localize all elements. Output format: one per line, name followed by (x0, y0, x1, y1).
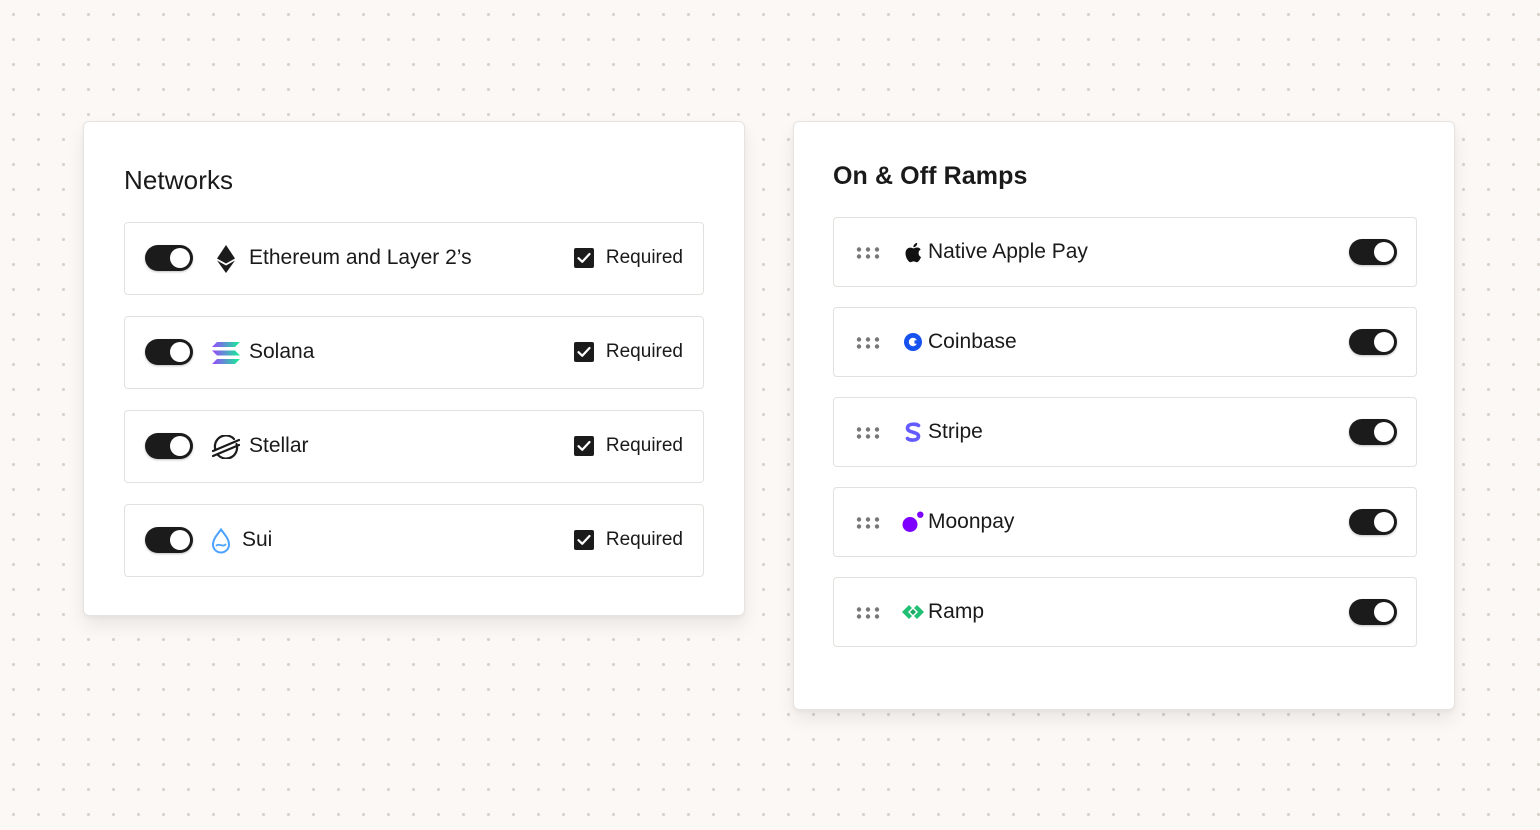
sui-icon (209, 527, 233, 555)
required-label: Required (605, 435, 683, 456)
drag-handle-icon[interactable] (856, 246, 880, 259)
network-row-solana: Solana Required (124, 316, 704, 389)
network-label: Stellar (249, 434, 309, 457)
ramp-label: Moonpay (928, 510, 1015, 533)
ramp-row-apple-pay[interactable]: Native Apple Pay (833, 217, 1417, 287)
coinbase-icon (902, 331, 924, 353)
moonpay-toggle[interactable] (1349, 509, 1397, 535)
sui-toggle[interactable] (145, 527, 193, 553)
stripe-icon (902, 421, 924, 443)
network-row-stellar: Stellar Required (124, 410, 704, 483)
networks-card: Networks Ethereum and Layer 2’s Required (83, 121, 745, 616)
ramp-label: Ramp (928, 600, 985, 623)
drag-handle-icon[interactable] (856, 426, 880, 439)
ramp-label: Coinbase (928, 330, 1017, 353)
ramps-title: On & Off Ramps (833, 162, 1028, 190)
apple-pay-toggle[interactable] (1349, 239, 1397, 265)
ramp-icon (902, 601, 924, 623)
drag-handle-icon[interactable] (856, 516, 880, 529)
ramp-row-coinbase[interactable]: Coinbase (833, 307, 1417, 377)
drag-handle-icon[interactable] (856, 606, 880, 619)
required-label: Required (605, 341, 683, 362)
ramp-label: Stripe (928, 420, 983, 443)
stellar-icon (211, 433, 241, 461)
network-row-ethereum: Ethereum and Layer 2’s Required (124, 222, 704, 295)
network-label: Solana (249, 340, 315, 363)
ramp-row-ramp[interactable]: Ramp (833, 577, 1417, 647)
ethereum-icon (211, 245, 241, 273)
solana-icon (211, 339, 241, 367)
stripe-toggle[interactable] (1349, 419, 1397, 445)
required-checkbox[interactable]: Required (573, 529, 683, 551)
checkbox-checked-icon (573, 342, 594, 362)
checkbox-checked-icon (573, 436, 594, 456)
ramps-card: On & Off Ramps Native Apple Pay Coinbase (793, 121, 1455, 710)
network-label: Ethereum and Layer 2’s (249, 246, 472, 269)
moonpay-icon (902, 511, 924, 533)
stellar-toggle[interactable] (145, 433, 193, 459)
required-checkbox[interactable]: Required (573, 341, 683, 363)
ramp-label: Native Apple Pay (928, 240, 1088, 263)
ramp-toggle[interactable] (1349, 599, 1397, 625)
network-row-sui: Sui Required (124, 504, 704, 577)
required-label: Required (605, 529, 683, 550)
apple-icon (902, 241, 924, 263)
checkbox-checked-icon (573, 530, 594, 550)
networks-title: Networks (124, 165, 234, 195)
network-label: Sui (242, 528, 273, 551)
required-label: Required (605, 247, 683, 268)
solana-toggle[interactable] (145, 339, 193, 365)
ramp-row-moonpay[interactable]: Moonpay (833, 487, 1417, 557)
required-checkbox[interactable]: Required (573, 247, 683, 269)
coinbase-toggle[interactable] (1349, 329, 1397, 355)
drag-handle-icon[interactable] (856, 336, 880, 349)
ethereum-toggle[interactable] (145, 245, 193, 271)
ramp-row-stripe[interactable]: Stripe (833, 397, 1417, 467)
checkbox-checked-icon (573, 248, 594, 268)
required-checkbox[interactable]: Required (573, 435, 683, 457)
